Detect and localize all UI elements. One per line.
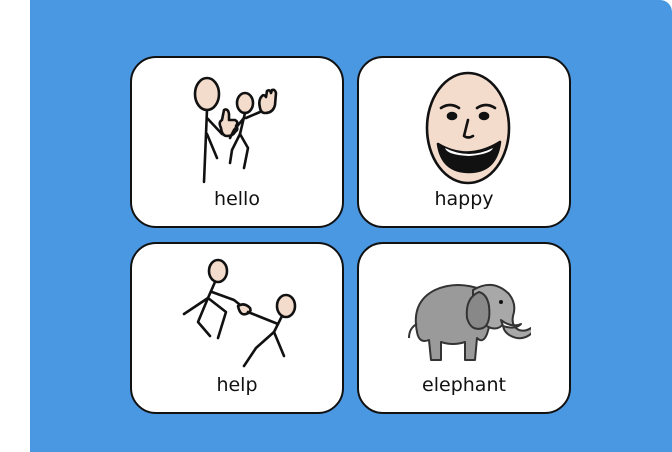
card-help[interactable]: help [130, 242, 344, 414]
happy-face-icon [425, 71, 511, 185]
card-hello[interactable]: hello [130, 56, 344, 228]
card-label: hello [214, 188, 260, 210]
card-label: elephant [422, 374, 506, 396]
symbol-board: hello happy help elephant [30, 0, 672, 452]
card-label: help [216, 374, 258, 396]
card-label: happy [434, 188, 494, 210]
help-people-icon [182, 258, 297, 368]
elephant-icon [408, 283, 531, 361]
hello-wave-icon [193, 76, 278, 184]
card-elephant[interactable]: elephant [357, 242, 571, 414]
card-happy[interactable]: happy [357, 56, 571, 228]
